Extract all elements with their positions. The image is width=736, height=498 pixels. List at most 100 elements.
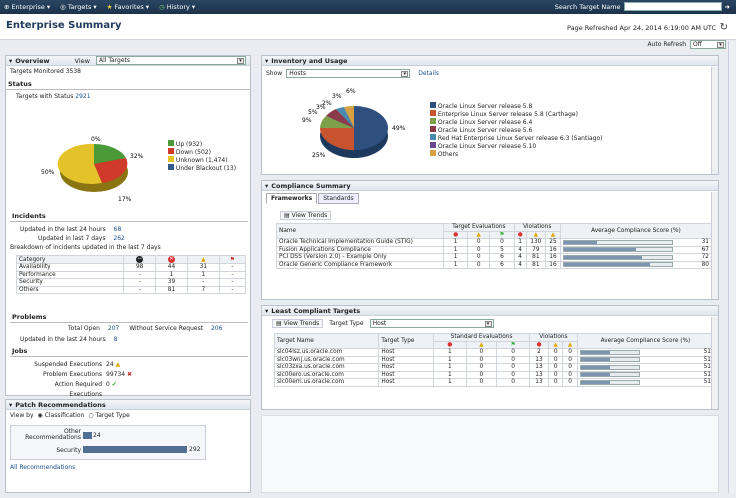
inventory-scrollbar[interactable] bbox=[711, 67, 718, 174]
count-cell: 5 bbox=[489, 245, 515, 254]
radio-target-type[interactable]: ○ Target Type bbox=[88, 412, 129, 419]
collapse-icon[interactable]: ▾ bbox=[265, 182, 268, 190]
legend-item[interactable]: Red Hat Enterprise Linux Server release … bbox=[430, 134, 603, 142]
table-row[interactable]: Oracle Technical Implementation Guide (S… bbox=[275, 238, 713, 247]
history-menu[interactable]: ◷ History ▾ bbox=[159, 3, 195, 11]
count-cell[interactable]: - bbox=[218, 278, 247, 287]
framework-name[interactable]: Fusion Applications Compliance bbox=[275, 245, 445, 254]
table-row[interactable]: Oracle Generic Compliance Framework 1 0 6 4 8… bbox=[275, 260, 713, 269]
framework-name[interactable]: Oracle Generic Compliance Framework bbox=[275, 260, 445, 269]
compliance-scrollbar[interactable] bbox=[711, 192, 718, 299]
table-row[interactable]: slc03zxa.us.oracle.com Host 1 0 0 13 0 0 51 bbox=[273, 363, 715, 372]
patch-bar-security[interactable] bbox=[83, 446, 187, 453]
with-status-value[interactable]: 2921 bbox=[75, 93, 90, 100]
jobs-suspended-label: Suspended Executions bbox=[34, 361, 102, 368]
page-scrollbar[interactable] bbox=[728, 41, 735, 493]
all-recommendations-link[interactable]: All Recommendations bbox=[10, 464, 75, 471]
compliance-table: Name Target Evaluations Violations Avera… bbox=[275, 223, 713, 269]
count-cell[interactable]: 1 bbox=[155, 270, 188, 279]
count-cell[interactable]: 1 bbox=[186, 270, 220, 279]
tab-standards[interactable]: Standards bbox=[318, 193, 359, 204]
inventory-legend: Oracle Linux Server release 5.8 Enterpri… bbox=[430, 102, 603, 158]
count-cell: 1 bbox=[443, 260, 469, 269]
enterprise-menu[interactable]: ⊕ Enterprise ▾ bbox=[4, 3, 50, 11]
table-row[interactable]: slc04lsz.us.oracle.com Host 1 0 0 2 0 0 51 bbox=[273, 348, 715, 357]
count-cell[interactable]: 39 bbox=[155, 278, 188, 287]
incidents-24h-value[interactable]: 68 bbox=[114, 226, 122, 233]
count-cell[interactable]: - bbox=[123, 270, 157, 279]
count-cell[interactable]: - bbox=[186, 278, 220, 287]
table-row[interactable]: slc00ern.us.oracle.com Host 1 0 0 13 0 0 51 bbox=[273, 378, 715, 387]
count-cell[interactable]: - bbox=[218, 263, 247, 272]
target-name[interactable]: slc04lsz.us.oracle.com bbox=[273, 348, 380, 357]
radio-classification[interactable]: ◉ Classification bbox=[38, 412, 85, 419]
least-view-trends-button[interactable]: ▤ View Trends bbox=[272, 319, 324, 328]
incidents-7d-value[interactable]: 262 bbox=[113, 235, 124, 242]
search-input[interactable] bbox=[623, 2, 722, 11]
count-cell: 4 bbox=[513, 245, 527, 254]
count-cell[interactable]: 44 bbox=[155, 263, 188, 272]
count-cell: 13 bbox=[529, 378, 549, 387]
legend-down[interactable]: Down (502) bbox=[168, 148, 236, 156]
count-cell[interactable]: - bbox=[218, 270, 247, 279]
jobs-suspended-value[interactable]: 24 bbox=[106, 361, 114, 368]
table-row[interactable]: PCI DSS (Version 2.0) - Example Only 1 0 6 4… bbox=[275, 253, 713, 262]
view-trends-button[interactable]: ▤ View Trends bbox=[280, 211, 332, 220]
chevron-down-icon: ▾ bbox=[236, 58, 244, 64]
count-cell[interactable]: 98 bbox=[123, 263, 157, 272]
targets-menu[interactable]: ◎ Targets ▾ bbox=[60, 3, 96, 11]
legend-item[interactable]: Others bbox=[430, 150, 603, 158]
target-type-select[interactable]: Host ▾ bbox=[369, 319, 494, 328]
framework-name[interactable]: Oracle Technical Implementation Guide (S… bbox=[275, 238, 445, 247]
count-cell: 1 bbox=[443, 245, 469, 254]
legend-item[interactable]: Oracle Linux Server release 5.6 bbox=[430, 126, 603, 134]
patch-bar-other[interactable] bbox=[83, 432, 92, 439]
table-row: Performance -1 1- bbox=[15, 270, 247, 279]
score-wrap: 51 bbox=[579, 349, 711, 355]
collapse-icon[interactable]: ▾ bbox=[265, 307, 268, 315]
count-cell[interactable]: 31 bbox=[186, 263, 220, 272]
search-go-icon[interactable]: ➜ bbox=[725, 3, 730, 11]
score-bar bbox=[579, 364, 640, 370]
count-cell[interactable]: - bbox=[123, 285, 157, 294]
tab-frameworks[interactable]: Frameworks bbox=[266, 193, 318, 204]
count-cell[interactable]: 7 bbox=[186, 285, 220, 294]
count-cell[interactable]: 81 bbox=[155, 285, 188, 294]
view-select[interactable]: All Targets ▾ bbox=[95, 56, 246, 65]
problems-total-value[interactable]: 207 bbox=[108, 325, 119, 332]
minor-warning-icon: ▲ bbox=[562, 340, 578, 349]
count-cell: 16 bbox=[545, 253, 561, 262]
legend-item[interactable]: Enterprise Linux Server release 5.8 (Car… bbox=[430, 110, 603, 118]
legend-up[interactable]: Up (932) bbox=[168, 140, 236, 148]
score-cell: 51 bbox=[576, 363, 715, 372]
details-link[interactable]: Details bbox=[418, 70, 439, 77]
legend-item[interactable]: Oracle Linux Server release 5.8 bbox=[430, 102, 603, 110]
show-select[interactable]: Hosts ▾ bbox=[286, 69, 411, 78]
legend-unknown[interactable]: Unknown (1,474) bbox=[168, 156, 236, 164]
least-scrollbar[interactable] bbox=[711, 317, 718, 409]
target-name[interactable]: slc03wnj.us.oracle.com bbox=[273, 355, 380, 364]
auto-refresh-select[interactable]: Off ▾ bbox=[690, 40, 726, 49]
jobs-problem-value[interactable]: 99734 bbox=[106, 371, 125, 378]
table-row[interactable]: Fusion Applications Compliance 1 0 5 4 79 16 67 bbox=[275, 245, 713, 254]
legend-item[interactable]: Oracle Linux Server release 5.10 bbox=[430, 142, 603, 150]
problems-wsr-value[interactable]: 206 bbox=[211, 325, 222, 332]
collapse-icon[interactable]: ▾ bbox=[265, 57, 268, 65]
target-name[interactable]: slc00ern.us.oracle.com bbox=[273, 378, 380, 387]
legend-blackout[interactable]: Under Blackout (13) bbox=[168, 164, 236, 172]
collapse-icon[interactable]: ▾ bbox=[9, 57, 12, 65]
framework-name[interactable]: PCI DSS (Version 2.0) - Example Only bbox=[275, 253, 445, 262]
refresh-icon[interactable]: ↻ bbox=[720, 22, 728, 33]
problems-updated-value[interactable]: 8 bbox=[114, 336, 118, 343]
view-by-label: View by bbox=[10, 412, 34, 419]
favorites-menu[interactable]: ★ Favorites ▾ bbox=[107, 3, 149, 11]
target-name[interactable]: slc03zxa.us.oracle.com bbox=[273, 363, 380, 372]
target-name[interactable]: slc00ero.us.oracle.com bbox=[273, 370, 380, 379]
table-row[interactable]: slc00ero.us.oracle.com Host 1 0 0 13 0 0 51 bbox=[273, 370, 715, 379]
collapse-icon[interactable]: ▾ bbox=[9, 401, 12, 409]
table-row[interactable]: slc03wnj.us.oracle.com Host 1 0 0 13 0 0 51 bbox=[273, 355, 715, 364]
jobs-action-value[interactable]: 0 bbox=[106, 381, 110, 388]
legend-item[interactable]: Oracle Linux Server release 6.4 bbox=[430, 118, 603, 126]
count-cell[interactable]: - bbox=[218, 285, 247, 294]
count-cell[interactable]: - bbox=[123, 278, 157, 287]
